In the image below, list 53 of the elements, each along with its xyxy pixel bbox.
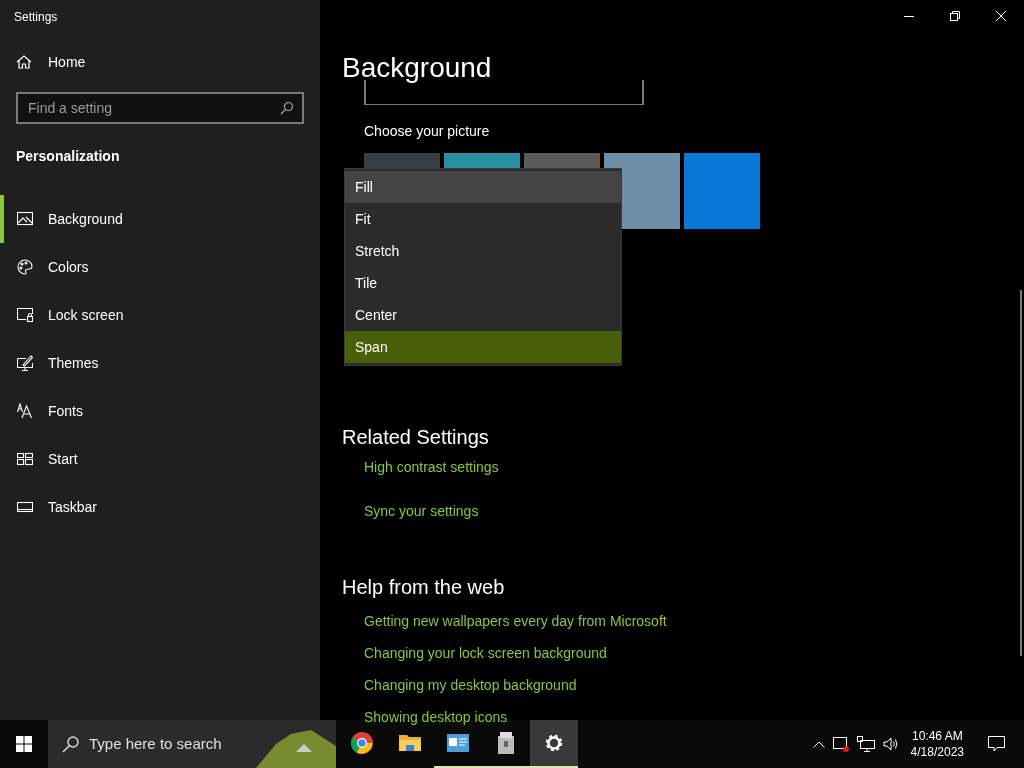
nav-item[interactable]: Colors [0, 243, 320, 291]
speaker-icon[interactable] [882, 737, 899, 751]
browser-logo-icon [350, 731, 374, 755]
nav-item[interactable]: Lock screen [0, 291, 320, 339]
menu-option[interactable]: Fill [345, 171, 621, 203]
scrollbar-thumb[interactable] [1020, 290, 1022, 656]
section-heading: Help from the web [342, 575, 505, 600]
taskbar-app-button[interactable] [530, 720, 578, 768]
link[interactable]: High contrast settings [364, 459, 499, 475]
menu-option[interactable]: Tile [345, 267, 621, 299]
restore-icon [950, 11, 960, 21]
section-heading: Related Settings [342, 425, 489, 450]
search-field[interactable]: Find a setting [16, 92, 304, 124]
windows-logo-icon [16, 736, 32, 752]
link[interactable]: Changing your lock screen background [364, 645, 607, 661]
clock[interactable]: 10:46 AM 4/18/2023 [906, 728, 968, 760]
network-icon[interactable] [856, 736, 875, 752]
speech-bubble-icon [987, 736, 1005, 752]
sync-alert-icon[interactable] [832, 736, 849, 752]
minimize-icon [904, 15, 914, 17]
palette-icon [17, 259, 33, 275]
close-icon [996, 11, 1006, 21]
chevron-up-icon[interactable] [812, 740, 825, 748]
link[interactable]: Sync your settings [364, 503, 479, 519]
menu-option[interactable]: Stretch [345, 235, 621, 267]
home-link[interactable]: Home [0, 41, 320, 83]
pencil-monitor-icon [17, 355, 33, 371]
letters-icon [17, 403, 33, 419]
section-heading: Personalization [16, 146, 120, 166]
monitor-lock-icon [17, 307, 33, 323]
link[interactable]: Showing desktop icons [364, 709, 508, 725]
taskbar-icon [17, 499, 33, 515]
home-icon [16, 54, 32, 70]
link[interactable]: Getting new wallpapers every day from Microsoft [364, 613, 667, 629]
link[interactable]: Changing my desktop background [364, 677, 577, 693]
nav-item[interactable]: Fonts [0, 387, 320, 435]
tiles-icon [17, 451, 33, 467]
nav-item[interactable]: Start [0, 435, 320, 483]
menu-option[interactable]: Span [345, 331, 621, 363]
window-app-icon [446, 731, 470, 755]
page-title: Background [342, 54, 492, 82]
taskbar-search-box[interactable]: Type here to search [48, 720, 336, 768]
nav-item[interactable]: Background [0, 195, 320, 243]
nav-item[interactable]: Themes [0, 339, 320, 387]
section-label: Choose your picture [364, 123, 490, 139]
window-title: Settings [14, 9, 58, 26]
search-icon [280, 101, 294, 115]
picture-icon [17, 211, 33, 227]
menu-option[interactable]: Center [345, 299, 621, 331]
nav-item[interactable]: Taskbar [0, 483, 320, 531]
taskbar-search-field[interactable]: Type here to search [89, 732, 249, 756]
search-icon [62, 735, 79, 753]
menu-option[interactable]: Fit [345, 203, 621, 235]
